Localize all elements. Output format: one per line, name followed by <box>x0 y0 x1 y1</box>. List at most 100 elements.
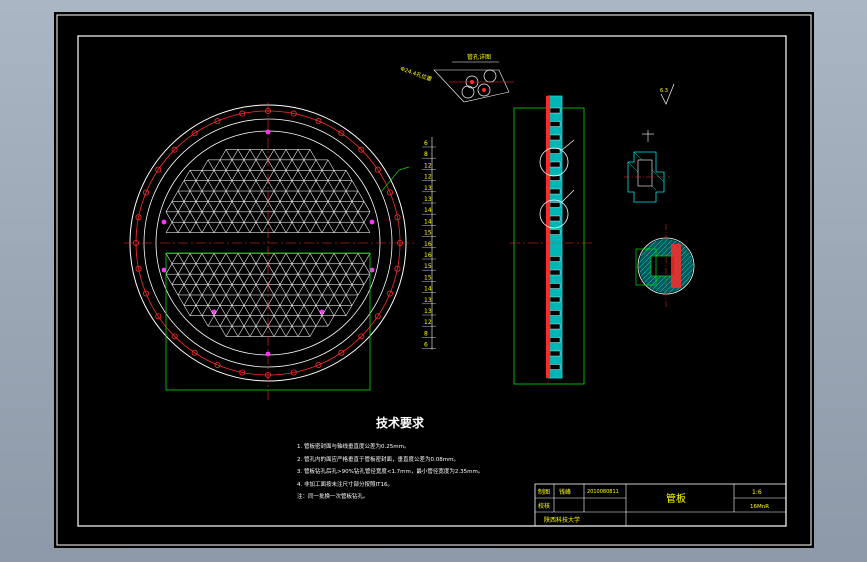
tube-pitch-line <box>297 263 305 275</box>
tube-pitch-line <box>351 253 359 264</box>
tube-pitch-line <box>285 263 293 275</box>
tube-pitch-line <box>261 274 269 285</box>
tube-pitch-line <box>363 274 371 285</box>
tube-pitch-line <box>303 315 311 327</box>
side-tube-hole <box>549 148 561 154</box>
part-number: 15 <box>424 263 432 270</box>
tube-pitch-line <box>255 201 263 212</box>
tube-pitch-line <box>183 253 191 264</box>
tube-pitch-line <box>225 253 233 264</box>
tube-pitch-line <box>195 190 203 202</box>
tube-pitch-line <box>255 170 263 181</box>
tube-pitch-line <box>291 211 299 223</box>
tube-pitch-line <box>165 253 173 264</box>
tube-pitch-line <box>225 211 233 223</box>
tube-pitch-line <box>207 294 215 306</box>
tube-pitch-line <box>201 284 209 296</box>
tube-pitch-line <box>249 253 257 264</box>
part-number: 13 <box>424 297 432 304</box>
tube-pitch-line <box>327 159 335 171</box>
tube-pitch-line <box>291 326 299 337</box>
tube-pitch-line <box>255 263 263 275</box>
tube-pitch-line <box>237 315 245 327</box>
tube-pitch-line <box>225 326 233 337</box>
tube-pitch-line <box>357 263 365 275</box>
tube-pitch-line <box>231 253 239 264</box>
tube-pitch-line <box>273 263 281 275</box>
tie-rod-hole <box>369 219 375 225</box>
tube-pitch-line <box>177 201 185 212</box>
tube-pitch-line <box>177 294 185 306</box>
tie-rod-hole <box>161 219 167 225</box>
side-tube-hole <box>549 188 561 195</box>
tube-pitch-line <box>183 211 191 223</box>
part-number: 16 <box>424 241 432 248</box>
tube-pitch-line <box>279 326 287 337</box>
hole-pattern-detail: 管孔详图 Φ24.4孔位置 <box>399 53 514 103</box>
tube-pitch-line <box>255 326 263 337</box>
tube-pitch-line <box>333 201 341 212</box>
tube-pitch-line <box>309 326 317 337</box>
tube-pitch-line <box>183 190 191 202</box>
tube-pitch-line <box>279 284 287 296</box>
tube-pitch-line <box>357 211 365 223</box>
tube-pitch-line <box>183 274 191 285</box>
tube-pitch-line <box>249 274 257 285</box>
tube-pitch-line <box>195 263 203 275</box>
tube-pitch-line <box>315 263 323 275</box>
tube-pitch-line <box>351 211 359 223</box>
tube-pitch-line <box>339 305 347 316</box>
tube-pitch-line <box>321 315 329 327</box>
tube-pitch-line <box>291 201 299 212</box>
tube-pitch-line <box>297 305 305 316</box>
tube-pitch-line <box>195 294 203 306</box>
tube-pitch-line <box>237 201 245 212</box>
tube-pitch-line <box>285 284 293 296</box>
tube-pitch-line <box>351 294 359 306</box>
tube-pitch-line <box>309 305 317 316</box>
tube-pitch-line <box>207 170 215 181</box>
side-tube-hole <box>549 323 561 330</box>
tube-pitch-line <box>195 180 203 192</box>
tube-pitch-line <box>291 190 299 202</box>
tube-pitch-line <box>195 222 203 233</box>
tube-pitch-line <box>237 294 245 306</box>
tube-pitch-line <box>273 294 281 306</box>
tube-pitch-line <box>243 190 251 202</box>
tube-pitch-line <box>201 294 209 306</box>
tube-pitch-line <box>303 253 311 264</box>
tube-pitch-line <box>285 326 293 337</box>
tube-pitch-line <box>345 263 353 275</box>
tube-pitch-line <box>219 180 227 192</box>
tube-pitch-line <box>249 159 257 171</box>
tube-pitch-line <box>219 222 227 233</box>
tube-pitch-line <box>291 305 299 316</box>
tube-pitch-line <box>339 170 347 181</box>
tube-pitch-line <box>273 211 281 223</box>
tube-pitch-line <box>315 170 323 181</box>
tube-pitch-line <box>225 284 233 296</box>
tube-pitch-line <box>177 263 185 275</box>
tube-pitch-line <box>357 222 365 233</box>
tube-pitch-line <box>327 180 335 192</box>
tube-pitch-line <box>261 201 269 212</box>
part-number: 12 <box>424 319 432 326</box>
tube-pitch-line <box>225 170 233 181</box>
tie-rod-hole <box>211 309 217 315</box>
tube-pitch-line <box>279 201 287 212</box>
technical-requirements: 技术要求 1. 管板密封面与轴线垂直度公差为0.25mm。 2. 管孔内的面应严… <box>297 415 483 500</box>
tube-pitch-line <box>237 222 245 233</box>
tube-pitch-line <box>249 294 257 306</box>
tube-pitch-line <box>297 159 305 171</box>
tube-pitch-line <box>273 315 281 327</box>
tube-pitch-line <box>201 253 209 264</box>
tube-pitch-line <box>285 305 293 316</box>
tube-pitch-line <box>297 326 305 337</box>
tube-pitch-line <box>339 211 347 223</box>
tube-pitch-line <box>231 159 239 171</box>
tube-pitch-line <box>219 149 227 160</box>
tube-pitch-line <box>357 253 365 264</box>
part-number: 15 <box>424 274 432 281</box>
tube-pitch-line <box>279 294 287 306</box>
tube-pitch-line <box>237 180 245 192</box>
